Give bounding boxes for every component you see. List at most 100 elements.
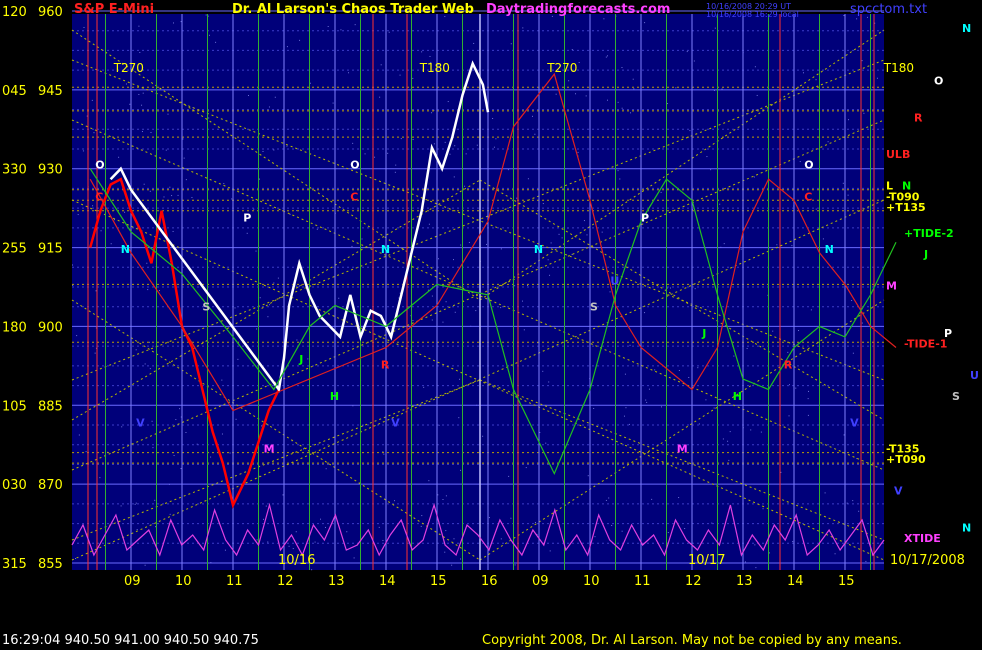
star <box>754 66 756 68</box>
planet-label: M <box>677 443 688 456</box>
star <box>865 560 867 562</box>
star <box>138 25 140 27</box>
star <box>593 407 595 409</box>
star <box>92 205 94 207</box>
star <box>527 284 529 286</box>
star <box>208 34 210 36</box>
star <box>223 183 225 185</box>
x-tick-label: 11 <box>226 574 243 589</box>
star <box>527 178 529 180</box>
x-tick-label: 15 <box>430 574 447 589</box>
star <box>689 130 691 132</box>
star <box>654 369 656 371</box>
star <box>555 93 557 95</box>
x-tick-label: 12 <box>685 574 702 589</box>
star <box>147 289 149 291</box>
star <box>364 153 366 155</box>
star <box>445 495 447 497</box>
star <box>660 191 662 193</box>
star <box>609 291 611 293</box>
star <box>678 497 680 499</box>
star <box>246 232 248 234</box>
star <box>621 530 623 532</box>
planet-label: N <box>121 243 130 256</box>
star <box>292 548 294 550</box>
star <box>500 307 502 309</box>
y-tick-angle: 315 <box>2 557 27 572</box>
star <box>861 322 863 324</box>
star <box>420 525 422 527</box>
planet-label: S <box>202 301 210 314</box>
x-tick-label: 16 <box>481 574 498 589</box>
star <box>866 16 868 18</box>
star <box>387 152 389 154</box>
star <box>459 378 461 380</box>
star <box>827 141 829 143</box>
star <box>762 508 764 510</box>
star <box>75 558 77 560</box>
star <box>495 138 497 140</box>
star <box>256 328 258 330</box>
x-tick-label: 13 <box>736 574 753 589</box>
star <box>795 387 797 389</box>
star <box>173 455 175 457</box>
star <box>420 403 422 405</box>
star <box>282 494 284 496</box>
star <box>72 264 74 266</box>
planet-label: N <box>381 243 390 256</box>
star <box>269 304 271 306</box>
star <box>807 414 809 416</box>
star <box>180 468 182 470</box>
star <box>644 22 646 24</box>
star <box>268 106 270 108</box>
y-tick-price: 960 <box>38 5 63 20</box>
star <box>575 93 577 95</box>
plot-area <box>72 14 884 570</box>
star <box>531 115 533 117</box>
star <box>756 94 758 96</box>
star <box>267 541 269 543</box>
star <box>191 196 193 198</box>
star <box>454 145 456 147</box>
star <box>93 132 95 134</box>
time-marker-label: T270 <box>546 61 577 75</box>
star <box>791 245 793 247</box>
star <box>760 431 762 433</box>
star <box>208 117 210 119</box>
star <box>605 499 607 501</box>
star <box>296 339 298 341</box>
date-label: 10/16 <box>278 553 315 568</box>
planet-label: J <box>298 353 303 366</box>
star <box>500 248 502 250</box>
star <box>561 237 563 239</box>
star <box>632 78 634 80</box>
star <box>776 244 778 246</box>
star <box>729 431 731 433</box>
star <box>740 248 742 250</box>
star <box>686 51 688 53</box>
star <box>594 536 596 538</box>
star <box>815 208 817 210</box>
star <box>464 185 466 187</box>
star <box>316 228 318 230</box>
star <box>319 518 321 520</box>
star <box>273 282 275 284</box>
y-tick-angle: 045 <box>2 84 27 99</box>
star <box>834 553 836 555</box>
planet-label: S <box>590 301 598 314</box>
star <box>630 112 632 114</box>
star <box>578 62 580 64</box>
star <box>492 117 494 119</box>
star <box>629 344 631 346</box>
star <box>493 146 495 148</box>
star <box>151 420 153 422</box>
right-label: R <box>914 111 923 124</box>
quote-readout: 16:29:04 940.50 941.00 940.50 940.75 <box>2 633 259 648</box>
star <box>357 208 359 210</box>
star <box>118 156 120 158</box>
right-label: +TIDE-2 <box>904 227 954 240</box>
star <box>548 381 550 383</box>
right-label: U <box>970 369 979 382</box>
right-label: ULB <box>886 148 910 161</box>
y-tick-angle: 330 <box>2 163 27 178</box>
